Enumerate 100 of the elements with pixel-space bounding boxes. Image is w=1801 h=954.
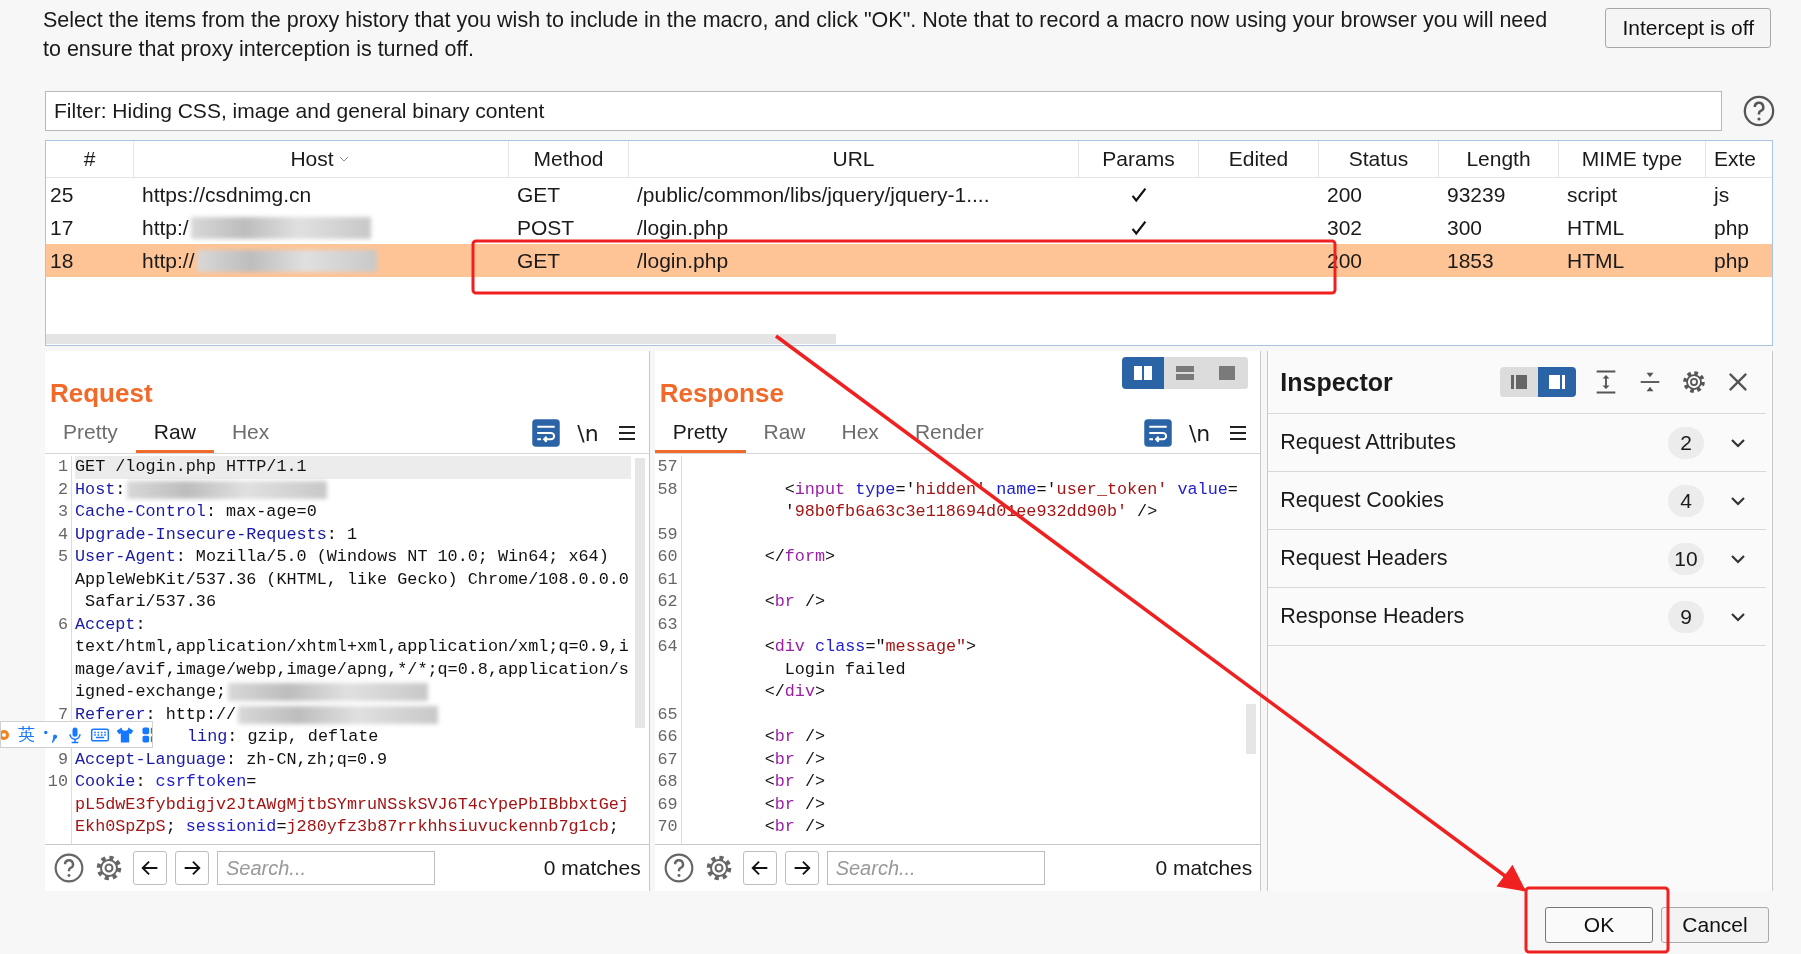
- table-cell: php: [1714, 215, 1750, 240]
- editor-tab[interactable]: Hex: [823, 413, 897, 453]
- count-badge: 10: [1668, 542, 1704, 575]
- table-cell: 1853: [1447, 248, 1494, 273]
- inspector-section[interactable]: Response Headers 9: [1268, 588, 1766, 646]
- vertical-scrollbar[interactable]: [634, 458, 645, 728]
- line-number: 57: [657, 457, 678, 476]
- panel-toggle[interactable]: [1500, 367, 1538, 397]
- code-line: <br />: [763, 771, 826, 793]
- column-header[interactable]: Length: [1439, 141, 1559, 177]
- horizontal-scrollbar[interactable]: [46, 334, 836, 344]
- layout-toggle[interactable]: [1122, 357, 1165, 389]
- editor-tab[interactable]: Pretty: [654, 413, 746, 453]
- search-field[interactable]: Search...: [826, 851, 1045, 885]
- line-number: 68: [657, 772, 678, 791]
- inspector-section[interactable]: Request Headers 10: [1268, 530, 1766, 588]
- table-cell: HTML: [1567, 248, 1625, 273]
- ok-button[interactable]: OK: [1545, 907, 1653, 943]
- editor-tab[interactable]: Hex: [213, 413, 288, 453]
- code-line: Accept-Language: zh-CN,zh;q=0.9: [75, 748, 388, 771]
- intercept-button[interactable]: Intercept is off: [1605, 8, 1771, 48]
- code-line: Accept:: [75, 613, 146, 636]
- column-header[interactable]: Method: [509, 141, 629, 177]
- panel-toggle[interactable]: [1538, 367, 1576, 397]
- column-header[interactable]: #: [46, 141, 134, 177]
- table-cell: php: [1714, 248, 1750, 273]
- search-field[interactable]: Search...: [217, 851, 435, 885]
- help-icon[interactable]: [662, 852, 695, 884]
- line-number: 62: [657, 592, 678, 611]
- help-icon[interactable]: [53, 852, 85, 884]
- newline-toggle[interactable]: \n: [577, 420, 599, 446]
- code-line: <br />: [763, 591, 826, 613]
- count-badge: 9: [1668, 600, 1704, 633]
- code-line: igned-exchange;: [75, 681, 227, 703]
- section-title: Response Headers: [1280, 604, 1465, 629]
- table-cell: 18: [50, 248, 74, 273]
- inspector-title: Inspector: [1280, 367, 1393, 397]
- code-line: Login failed: [783, 658, 906, 681]
- back-button[interactable]: [133, 851, 167, 885]
- panel-title: Request: [50, 377, 153, 409]
- table-cell: /login.php: [637, 215, 729, 240]
- line-number: 7: [57, 704, 68, 724]
- instructions-text: Select the items from the proxy history that you wish to include in the macro, and click "OK". Note that to record a macro now using your browser you will need to ensure that proxy interception is turned off.: [43, 7, 1548, 63]
- vertical-scrollbar[interactable]: [1246, 704, 1257, 754]
- newline-toggle[interactable]: \n: [1188, 420, 1211, 446]
- count-badge: 2: [1668, 426, 1704, 459]
- word-wrap-icon[interactable]: [531, 418, 562, 448]
- line-number: 66: [657, 727, 678, 746]
- table-cell: POST: [517, 215, 575, 240]
- column-header[interactable]: Exte: [1706, 141, 1772, 177]
- editor-tab[interactable]: Raw: [135, 413, 214, 453]
- editor-tab[interactable]: Pretty: [45, 413, 136, 453]
- code-line: Safari/537.36: [84, 591, 216, 613]
- editor-tab[interactable]: Raw: [745, 413, 824, 453]
- table-row[interactable]: 25 https://csdnimg.cn GET /public/common/libs/jquery/jquery-1.... 200 93239 script js: [46, 178, 1772, 211]
- table-cell: http://: [142, 248, 195, 273]
- ime-toolbar[interactable]: 英: [0, 721, 153, 748]
- table-cell: GET: [517, 182, 561, 207]
- table-cell: GET: [517, 248, 561, 273]
- column-header[interactable]: Edited: [1199, 141, 1319, 177]
- code-line: pL5dwE3fybdigjv2JtAWgMjtbSYmruNSskSVJ6T4cYpePbIBbbxtGej: [75, 793, 629, 816]
- inspector-section[interactable]: Request Cookies 4: [1268, 472, 1766, 530]
- code-line: GET /login.php HTTP/1.1: [75, 456, 307, 478]
- column-header[interactable]: Status: [1319, 141, 1439, 177]
- line-number: 58: [657, 479, 678, 499]
- code-line: <br />: [763, 726, 826, 748]
- code-line: <br />: [763, 793, 826, 816]
- column-header[interactable]: Host: [134, 141, 509, 177]
- code-line: </div>: [763, 681, 826, 703]
- cancel-button[interactable]: Cancel: [1661, 907, 1769, 943]
- editor-tab[interactable]: Render: [896, 413, 1002, 453]
- column-header[interactable]: URL: [629, 141, 1079, 177]
- code-line: <br />: [763, 816, 826, 838]
- code-line: Cookie: csrftoken=: [75, 771, 257, 793]
- inspector-section[interactable]: Request Attributes 2: [1268, 414, 1766, 472]
- section-title: Request Attributes: [1280, 430, 1456, 455]
- line-number: 9: [57, 749, 68, 769]
- filter-bar[interactable]: Filter: Hiding CSS, image and general binary content: [45, 91, 1722, 131]
- table-cell: 300: [1447, 215, 1483, 240]
- table-cell: 25: [50, 182, 74, 207]
- code-line: ling: gzip, deflate: [187, 726, 379, 748]
- line-number: 64: [657, 637, 678, 656]
- forward-button[interactable]: [175, 851, 209, 885]
- back-button[interactable]: [742, 851, 777, 885]
- code-line: User-Agent: Mozilla/5.0 (Windows NT 10.0; Win64; x64): [75, 546, 609, 568]
- section-title: Request Cookies: [1280, 488, 1444, 513]
- table-cell: js: [1714, 182, 1730, 207]
- line-number: 67: [657, 749, 678, 769]
- column-header[interactable]: Params: [1079, 141, 1199, 177]
- table-row[interactable]: 17 http:/ POST /login.php 302 300 HTML php: [46, 211, 1772, 244]
- forward-button[interactable]: [784, 851, 819, 885]
- help-icon[interactable]: [1742, 94, 1776, 128]
- settings-icon[interactable]: [1680, 368, 1708, 396]
- column-header[interactable]: MIME type: [1559, 141, 1706, 177]
- table-cell: HTML: [1567, 215, 1625, 240]
- table-cell: /public/common/libs/jquery/jquery-1....: [637, 182, 990, 207]
- table-cell: 17: [50, 215, 74, 240]
- language-toggle[interactable]: 英: [18, 723, 35, 746]
- code-line: <br />: [763, 748, 826, 771]
- word-wrap-icon[interactable]: [1142, 418, 1173, 448]
